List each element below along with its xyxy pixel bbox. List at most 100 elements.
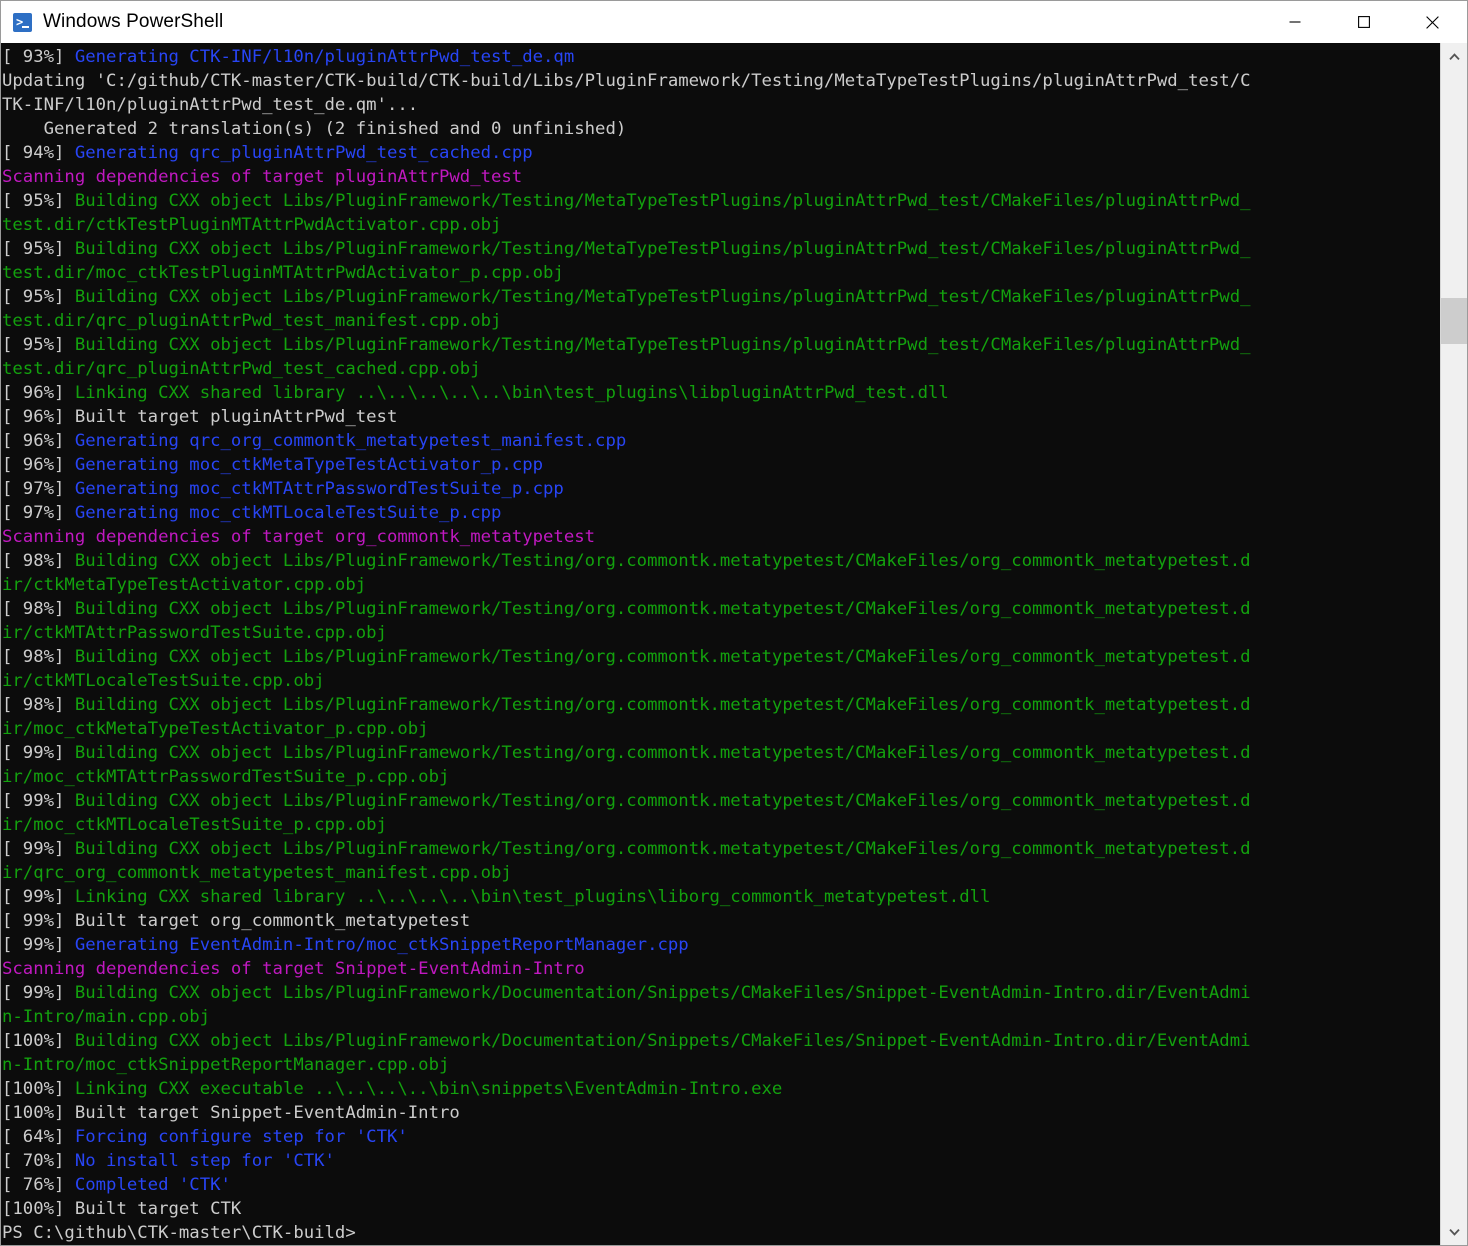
terminal-text-segment: ir/ctkMTAttrPasswordTestSuite.cpp.obj [2, 623, 387, 643]
terminal-text-segment: Generated 2 translation(s) (2 finished a… [2, 119, 627, 139]
terminal-line: [100%] Built target CTK [2, 1197, 1440, 1221]
chevron-up-icon [1448, 52, 1460, 60]
terminal-text-segment: ir/ctkMTLocaleTestSuite.cpp.obj [2, 671, 325, 691]
terminal-line: [ 98%] Building CXX object Libs/PluginFr… [2, 597, 1440, 621]
terminal-text-segment: [ 95%] [2, 287, 75, 307]
scroll-down-button[interactable] [1441, 1218, 1467, 1245]
terminal-line: [ 93%] Generating CTK-INF/l10n/pluginAtt… [2, 45, 1440, 69]
terminal-text-segment: [100%] Built target CTK [2, 1199, 242, 1219]
terminal-line: n-Intro/main.cpp.obj [2, 1005, 1440, 1029]
terminal-text-segment: [ 93%] [2, 47, 75, 67]
terminal-line: test.dir/moc_ctkTestPluginMTAttrPwdActiv… [2, 261, 1440, 285]
terminal-text-segment: Building CXX object Libs/PluginFramework… [74, 287, 1251, 307]
terminal-text-segment: Linking CXX shared library ..\..\..\..\b… [74, 887, 991, 907]
terminal-text-segment: Building CXX object Libs/PluginFramework… [74, 743, 1251, 763]
terminal-text-segment: Generating moc_ctkMTAttrPasswordTestSuit… [74, 479, 564, 499]
terminal-text-segment: Building CXX object Libs/PluginFramework… [74, 191, 1251, 211]
terminal-line: TK-INF/l10n/pluginAttrPwd_test_de.qm'... [2, 93, 1440, 117]
terminal-text-segment: [ 95%] [2, 239, 75, 259]
terminal-line: ir/ctkMetaTypeTestActivator.cpp.obj [2, 573, 1440, 597]
terminal-line: [ 99%] Building CXX object Libs/PluginFr… [2, 981, 1440, 1005]
terminal-text-segment: Building CXX object Libs/PluginFramework… [74, 983, 1251, 1003]
terminal-line: [ 96%] Generating qrc_org_commontk_metat… [2, 429, 1440, 453]
terminal-text-segment: test.dir/ctkTestPluginMTAttrPwdActivator… [2, 215, 502, 235]
terminal-line: [ 98%] Building CXX object Libs/PluginFr… [2, 645, 1440, 669]
terminal-line: test.dir/qrc_pluginAttrPwd_test_cached.c… [2, 357, 1440, 381]
powershell-icon [13, 12, 32, 32]
terminal-text-segment: [ 96%] [2, 383, 75, 403]
terminal-text-segment: [ 95%] [2, 191, 75, 211]
terminal-line: [ 70%] No install step for 'CTK' [2, 1149, 1440, 1173]
terminal-text-segment: [100%] Built target Snippet-EventAdmin-I… [2, 1103, 460, 1123]
terminal-output[interactable]: [ 93%] Generating CTK-INF/l10n/pluginAtt… [1, 43, 1440, 1245]
terminal-text-segment: Generating CTK-INF/l10n/pluginAttrPwd_te… [74, 47, 575, 67]
terminal-line: PS C:\github\CTK-master\CTK-build> [2, 1221, 1440, 1245]
terminal-text-segment: Generating moc_ctkMetaTypeTestActivator_… [74, 455, 544, 475]
scroll-up-button[interactable] [1441, 43, 1467, 70]
terminal-text-segment: Linking CXX shared library ..\..\..\..\.… [74, 383, 949, 403]
terminal-text-segment: Linking CXX executable ..\..\..\..\bin\s… [74, 1079, 783, 1099]
close-button[interactable] [1398, 1, 1467, 43]
terminal-text-segment: Building CXX object Libs/PluginFramework… [74, 647, 1251, 667]
terminal-line: test.dir/qrc_pluginAttrPwd_test_manifest… [2, 309, 1440, 333]
terminal-line: [ 96%] Linking CXX shared library ..\..\… [2, 381, 1440, 405]
terminal-line: [ 97%] Generating moc_ctkMTAttrPasswordT… [2, 477, 1440, 501]
terminal-text-segment: Forcing configure step for 'CTK' [74, 1127, 408, 1147]
terminal-text-segment: [ 99%] [2, 983, 75, 1003]
terminal-line: ir/ctkMTLocaleTestSuite.cpp.obj [2, 669, 1440, 693]
terminal-line: [ 97%] Generating moc_ctkMTLocaleTestSui… [2, 501, 1440, 525]
powershell-window: Windows PowerShell [ 93%] Gene [0, 0, 1468, 1246]
terminal-text-segment: [100%] [2, 1031, 75, 1051]
terminal-line: Scanning dependencies of target org_comm… [2, 525, 1440, 549]
terminal-text-segment: Building CXX object Libs/PluginFramework… [74, 551, 1251, 571]
terminal-text-segment: Building CXX object Libs/PluginFramework… [74, 791, 1251, 811]
terminal-text-segment: test.dir/moc_ctkTestPluginMTAttrPwdActiv… [2, 263, 564, 283]
terminal-line: Scanning dependencies of target pluginAt… [2, 165, 1440, 189]
terminal-line: test.dir/ctkTestPluginMTAttrPwdActivator… [2, 213, 1440, 237]
terminal-text-segment: ir/moc_ctkMetaTypeTestActivator_p.cpp.ob… [2, 719, 429, 739]
terminal-text-segment: [ 99%] [2, 839, 75, 859]
terminal-text-segment: [ 96%] [2, 455, 75, 475]
terminal-text-segment: Building CXX object Libs/PluginFramework… [74, 599, 1251, 619]
terminal-text-segment: n-Intro/moc_ctkSnippetReportManager.cpp.… [2, 1055, 450, 1075]
scrollbar-track[interactable] [1441, 70, 1467, 1218]
terminal-text-segment: PS C:\github\CTK-master\CTK-build> [2, 1223, 356, 1243]
terminal-line: [ 99%] Linking CXX shared library ..\..\… [2, 885, 1440, 909]
terminal-line: ir/moc_ctkMetaTypeTestActivator_p.cpp.ob… [2, 717, 1440, 741]
close-icon [1426, 15, 1439, 29]
terminal-line: [ 99%] Generating EventAdmin-Intro/moc_c… [2, 933, 1440, 957]
terminal-text-segment: Generating qrc_org_commontk_metatypetest… [74, 431, 627, 451]
terminal-text-segment: No install step for 'CTK' [74, 1151, 335, 1171]
terminal-text-segment: [ 98%] [2, 599, 75, 619]
terminal-line: [ 94%] Generating qrc_pluginAttrPwd_test… [2, 141, 1440, 165]
terminal-text-segment: Scanning dependencies of target pluginAt… [2, 167, 523, 187]
terminal-text-segment: Generating moc_ctkMTLocaleTestSuite_p.cp… [74, 503, 502, 523]
terminal-text-segment: [ 98%] [2, 695, 75, 715]
terminal-line: [ 99%] Building CXX object Libs/PluginFr… [2, 741, 1440, 765]
terminal-text-segment: Scanning dependencies of target org_comm… [2, 527, 596, 547]
title-bar[interactable]: Windows PowerShell [1, 1, 1467, 43]
terminal-line: Scanning dependencies of target Snippet-… [2, 957, 1440, 981]
minimize-button[interactable] [1260, 1, 1329, 43]
window-title: Windows PowerShell [43, 11, 224, 32]
terminal-line: [ 95%] Building CXX object Libs/PluginFr… [2, 333, 1440, 357]
title-bar-left: Windows PowerShell [1, 1, 1260, 43]
terminal-line: [ 99%] Built target org_commontk_metatyp… [2, 909, 1440, 933]
terminal-text-segment: test.dir/qrc_pluginAttrPwd_test_manifest… [2, 311, 502, 331]
vertical-scrollbar[interactable] [1440, 43, 1467, 1245]
terminal-text-segment: n-Intro/main.cpp.obj [2, 1007, 211, 1027]
terminal-line: [ 95%] Building CXX object Libs/PluginFr… [2, 237, 1440, 261]
terminal-line: [ 98%] Building CXX object Libs/PluginFr… [2, 549, 1440, 573]
chevron-down-icon [1448, 1228, 1460, 1236]
terminal-text-segment: [ 99%] Built target org_commontk_metatyp… [2, 911, 471, 931]
terminal-text-segment: [ 76%] [2, 1175, 75, 1195]
terminal-text-segment: Generating EventAdmin-Intro/moc_ctkSnipp… [74, 935, 689, 955]
terminal-text-segment: test.dir/qrc_pluginAttrPwd_test_cached.c… [2, 359, 481, 379]
terminal-text-segment: [ 99%] [2, 887, 75, 907]
scrollbar-thumb[interactable] [1441, 298, 1467, 344]
terminal-text-segment: Building CXX object Libs/PluginFramework… [74, 695, 1251, 715]
terminal-text-segment: Building CXX object Libs/PluginFramework… [74, 1031, 1251, 1051]
terminal-line: [ 98%] Building CXX object Libs/PluginFr… [2, 693, 1440, 717]
terminal-line: [100%] Building CXX object Libs/PluginFr… [2, 1029, 1440, 1053]
maximize-button[interactable] [1329, 1, 1398, 43]
